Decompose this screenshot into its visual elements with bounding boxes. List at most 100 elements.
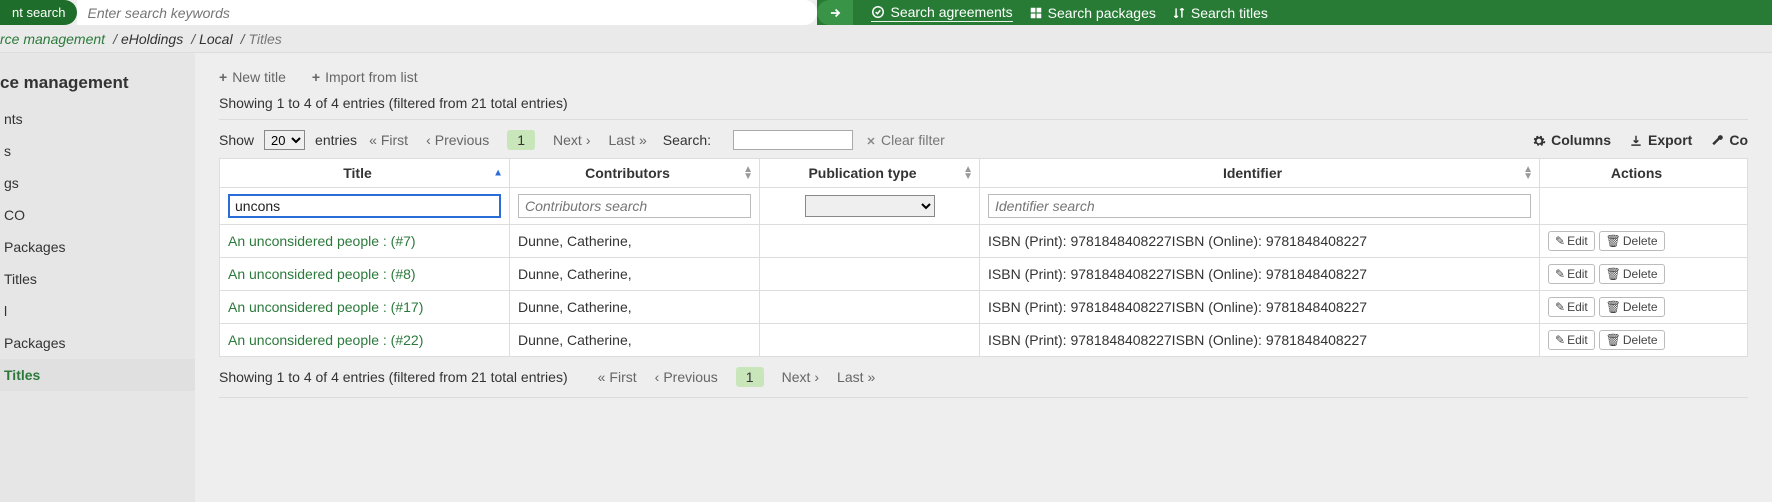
title-link[interactable]: An unconsidered people : (#17) <box>228 299 423 315</box>
pager-current: 1 <box>736 367 764 387</box>
filter-identifier-input[interactable] <box>988 194 1531 218</box>
top-bar: nt search Search agreements Search packa… <box>0 0 1772 25</box>
search-packages-label: Search packages <box>1048 5 1156 21</box>
page-toolbar: + New title + Import from list <box>219 69 1748 85</box>
pager-top: «First ‹Previous 1 Next› Last» <box>369 130 647 150</box>
agreement-search-button[interactable]: nt search <box>0 0 77 25</box>
pencil-icon: ✎ <box>1555 234 1565 248</box>
chevron-left-icon: ‹ <box>426 132 431 148</box>
filter-pubtype-select[interactable] <box>805 195 935 217</box>
delete-button[interactable]: 🗑Delete <box>1599 231 1665 251</box>
table-footer: Showing 1 to 4 of 4 entries (filtered fr… <box>219 367 1748 387</box>
col-pubtype[interactable]: Publication type ▲▼ <box>760 159 980 188</box>
main-content: + New title + Import from list Showing 1… <box>195 53 1772 502</box>
table-body: An unconsidered people : (#7) Dunne, Cat… <box>220 225 1748 357</box>
sort-icon <box>1172 5 1186 21</box>
table-search-input[interactable] <box>733 130 853 150</box>
cell-identifier: ISBN (Print): 9781848408227ISBN (Online)… <box>980 258 1540 291</box>
table-row: An unconsidered people : (#7) Dunne, Cat… <box>220 225 1748 258</box>
configure-button[interactable]: Co <box>1710 132 1748 148</box>
search-label: Search: <box>663 132 711 148</box>
sidebar-item-0[interactable]: nts <box>0 103 195 135</box>
pager-next[interactable]: Next› <box>782 369 819 385</box>
edit-button[interactable]: ✎Edit <box>1548 264 1595 284</box>
grid-icon <box>1029 5 1043 21</box>
search-titles-label: Search titles <box>1191 5 1268 21</box>
entries-per-page-select[interactable]: 20 <box>264 130 305 150</box>
pager-first[interactable]: «First <box>598 369 637 385</box>
sidebar-item-5[interactable]: Titles <box>0 263 195 295</box>
divider <box>219 397 1748 398</box>
cell-pubtype <box>760 225 980 258</box>
sidebar-item-6[interactable]: l <box>0 295 195 327</box>
col-actions: Actions <box>1540 159 1748 188</box>
global-search-submit[interactable] <box>817 0 853 25</box>
trash-icon: 🗑 <box>1606 267 1621 281</box>
table-header-row: Title ▲ Contributors ▲▼ Publication type… <box>220 159 1748 188</box>
cell-identifier: ISBN (Print): 9781848408227ISBN (Online)… <box>980 324 1540 357</box>
cell-identifier: ISBN (Print): 9781848408227ISBN (Online)… <box>980 225 1540 258</box>
cell-pubtype <box>760 258 980 291</box>
filter-contributors-input[interactable] <box>518 194 751 218</box>
pager-last[interactable]: Last» <box>837 369 875 385</box>
col-identifier[interactable]: Identifier ▲▼ <box>980 159 1540 188</box>
table-filter-row <box>220 188 1748 225</box>
pencil-icon: ✎ <box>1555 333 1565 347</box>
cell-contributors: Dunne, Catherine, <box>510 291 760 324</box>
clear-filter-label: Clear filter <box>881 132 945 148</box>
col-contributors[interactable]: Contributors ▲▼ <box>510 159 760 188</box>
plus-icon: + <box>312 69 320 85</box>
sidebar-item-3[interactable]: CO <box>0 199 195 231</box>
col-title[interactable]: Title ▲ <box>220 159 510 188</box>
title-link[interactable]: An unconsidered people : (#8) <box>228 266 416 282</box>
sidebar-item-2[interactable]: gs <box>0 167 195 199</box>
table-row: An unconsidered people : (#22) Dunne, Ca… <box>220 324 1748 357</box>
breadcrumb-eholdings[interactable]: eHoldings <box>121 31 183 47</box>
x-icon <box>865 132 877 148</box>
import-from-list-label: Import from list <box>325 69 418 85</box>
edit-button[interactable]: ✎Edit <box>1548 297 1595 317</box>
pager-previous[interactable]: ‹Previous <box>655 369 718 385</box>
configure-label: Co <box>1729 132 1748 148</box>
sidebar-item-4[interactable]: Packages <box>0 231 195 263</box>
sort-both-icon: ▲▼ <box>1523 166 1533 180</box>
download-icon <box>1629 132 1643 148</box>
edit-button[interactable]: ✎Edit <box>1548 231 1595 251</box>
delete-button[interactable]: 🗑Delete <box>1599 297 1665 317</box>
table-info-top: Showing 1 to 4 of 4 entries (filtered fr… <box>219 95 1748 111</box>
breadcrumb-local[interactable]: Local <box>199 31 232 47</box>
import-from-list-button[interactable]: + Import from list <box>312 69 418 85</box>
search-agreements-link[interactable]: Search agreements <box>871 4 1012 22</box>
export-button[interactable]: Export <box>1629 132 1692 148</box>
cell-identifier: ISBN (Print): 9781848408227ISBN (Online)… <box>980 291 1540 324</box>
sidebar-item-8[interactable]: Titles <box>0 359 195 391</box>
filter-title-input[interactable] <box>228 194 501 218</box>
export-label: Export <box>1648 132 1692 148</box>
title-link[interactable]: An unconsidered people : (#7) <box>228 233 416 249</box>
pager-previous[interactable]: ‹Previous <box>426 132 489 148</box>
delete-button[interactable]: 🗑Delete <box>1599 264 1665 284</box>
global-search-input[interactable] <box>87 5 817 21</box>
pager-last[interactable]: Last» <box>608 132 646 148</box>
pager-current: 1 <box>507 130 535 150</box>
plus-icon: + <box>219 69 227 85</box>
agreement-search-label: nt search <box>12 5 65 20</box>
pager-next[interactable]: Next› <box>553 132 590 148</box>
chevron-double-right-icon: » <box>868 369 876 385</box>
titles-table: Title ▲ Contributors ▲▼ Publication type… <box>219 158 1748 357</box>
search-titles-link[interactable]: Search titles <box>1172 5 1268 21</box>
trash-icon: 🗑 <box>1606 234 1621 248</box>
sidebar-item-7[interactable]: Packages <box>0 327 195 359</box>
title-link[interactable]: An unconsidered people : (#22) <box>228 332 423 348</box>
search-packages-link[interactable]: Search packages <box>1029 5 1156 21</box>
table-info-bottom: Showing 1 to 4 of 4 entries (filtered fr… <box>219 369 568 385</box>
columns-button[interactable]: Columns <box>1532 132 1611 148</box>
sidebar-item-1[interactable]: s <box>0 135 195 167</box>
pager-first[interactable]: «First <box>369 132 408 148</box>
new-title-button[interactable]: + New title <box>219 69 286 85</box>
breadcrumb-resource-management[interactable]: rce management <box>0 31 105 47</box>
table-row: An unconsidered people : (#8) Dunne, Cat… <box>220 258 1748 291</box>
clear-filter-button[interactable]: Clear filter <box>865 132 945 148</box>
delete-button[interactable]: 🗑Delete <box>1599 330 1665 350</box>
edit-button[interactable]: ✎Edit <box>1548 330 1595 350</box>
